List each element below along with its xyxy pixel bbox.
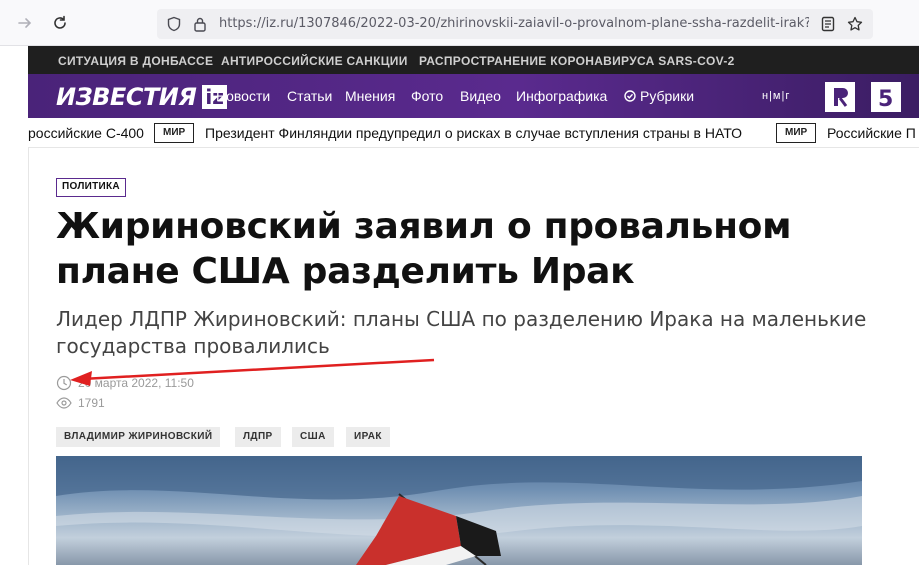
- annotation-arrow: [70, 358, 435, 386]
